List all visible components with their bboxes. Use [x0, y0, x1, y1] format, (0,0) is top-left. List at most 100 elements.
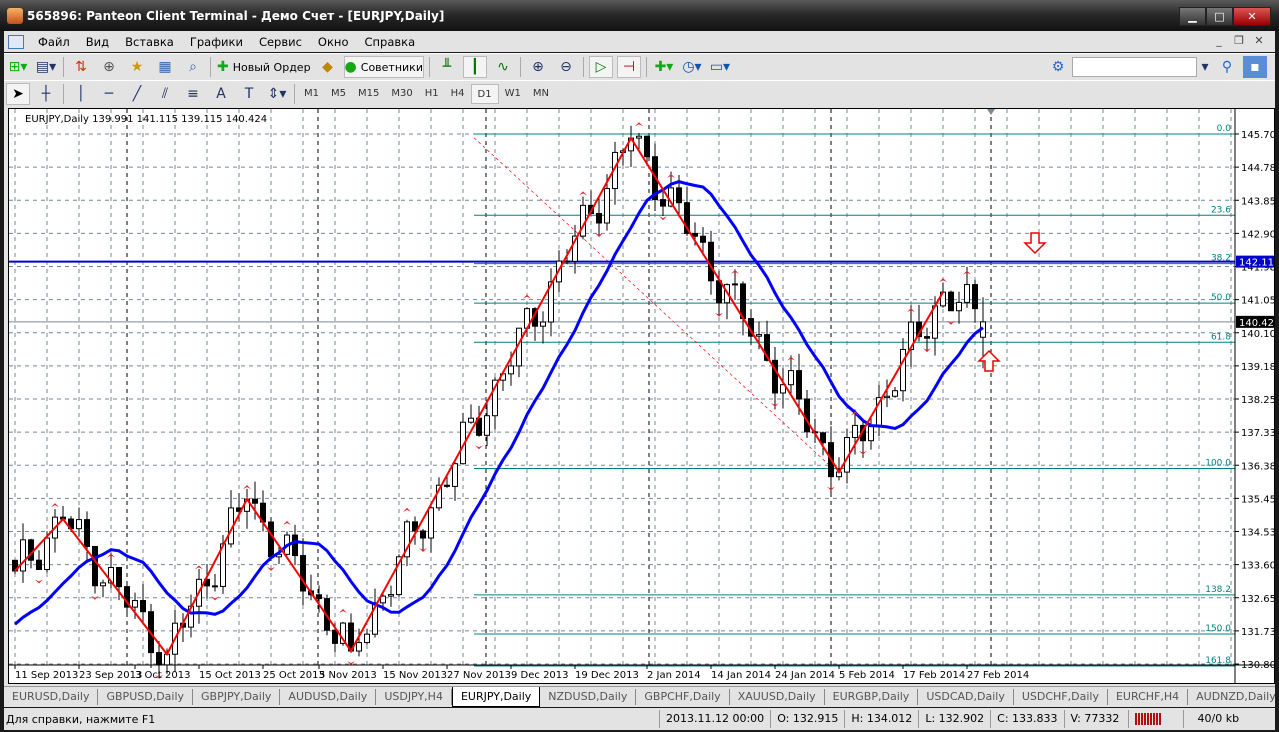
cursor-icon[interactable]: ➤ — [6, 82, 30, 105]
mdi-close-button[interactable]: ✕ — [1249, 32, 1269, 50]
chart-tab[interactable]: GBPJPY,Daily — [193, 689, 281, 705]
new-chart-icon[interactable]: ⊞▾ — [6, 56, 30, 78]
timeframe-mn[interactable]: MN — [527, 84, 555, 104]
candlestick-icon[interactable]: ┃ — [462, 56, 487, 78]
chart-tab[interactable]: AUDUSD,Daily — [280, 689, 377, 705]
auto-scroll-icon[interactable]: ▷ — [588, 56, 613, 78]
y-tick-label: 133.605 — [1241, 561, 1275, 572]
profiles-icon[interactable]: ▤▾ — [34, 56, 58, 78]
indicators-icon[interactable]: ✚▾ — [652, 56, 676, 78]
candle — [316, 594, 322, 600]
timeframe-m5[interactable]: M5 — [325, 84, 352, 104]
timeframe-m15[interactable]: M15 — [352, 84, 385, 104]
search-dropdown-icon[interactable]: ▾ — [1199, 56, 1211, 78]
close-button[interactable]: ✕ — [1233, 7, 1271, 26]
candle — [564, 260, 570, 263]
x-tick-label: 19 Dec 2013 — [575, 670, 639, 681]
vertical-line-icon[interactable]: │ — [69, 83, 93, 105]
chart-tab-active[interactable]: EURJPY,Daily — [451, 687, 541, 707]
messages-icon[interactable]: ▪ — [1243, 56, 1267, 78]
candle — [796, 370, 802, 400]
equidistant-channel-icon[interactable]: ⫽ — [153, 83, 177, 105]
fractal-up-icon — [523, 294, 531, 299]
chart-tab[interactable]: EURUSD,Daily — [4, 689, 99, 705]
candle — [132, 600, 138, 608]
candle — [604, 188, 610, 224]
candle — [92, 545, 98, 587]
candle — [116, 567, 122, 588]
y-tick-label: 132.655 — [1241, 594, 1275, 605]
bar-chart-icon[interactable]: ╨ — [435, 56, 459, 78]
data-window-icon[interactable]: ⊕ — [97, 56, 121, 78]
settings-gear-icon[interactable]: ⚙ — [1046, 56, 1070, 78]
chart-tab[interactable]: XAUUSD,Daily — [730, 689, 825, 705]
chart-tab[interactable]: USDCHF,Daily — [1014, 689, 1108, 705]
menu-charts[interactable]: Графики — [182, 35, 251, 49]
maximize-button[interactable]: □ — [1206, 7, 1233, 26]
menu-view[interactable]: Вид — [78, 35, 117, 49]
fibonacci-icon[interactable]: ≡ — [181, 83, 205, 105]
y-tick-label: 144.780 — [1241, 163, 1275, 174]
candle — [900, 348, 906, 392]
timeframe-w1[interactable]: W1 — [499, 84, 527, 104]
chart-tab[interactable]: USDJPY,H4 — [376, 689, 452, 705]
menu-insert[interactable]: Вставка — [117, 35, 182, 49]
horizontal-line-icon[interactable]: ─ — [97, 83, 121, 105]
chart-tab[interactable]: USDCAD,Daily — [918, 689, 1014, 705]
timeframe-d1[interactable]: D1 — [470, 83, 499, 104]
chart-tabs: EURUSD,Daily GBPUSD,Daily GBPJPY,Daily AUDU… — [4, 686, 1275, 707]
x-tick-label: 27 Feb 2014 — [967, 670, 1029, 681]
menu-help[interactable]: Справка — [356, 35, 423, 49]
fractal-up-icon — [403, 507, 411, 512]
candle — [468, 417, 474, 423]
price-chart[interactable]: 0.023.638.250.061.8100.0138.2150.0161.81… — [8, 108, 1275, 684]
y-tick-label: 145.705 — [1241, 130, 1275, 141]
candle — [100, 582, 106, 587]
chart-tab[interactable]: GBPUSD,Daily — [98, 689, 194, 705]
terminal-icon[interactable]: ▦ — [153, 56, 177, 78]
trendline-icon[interactable]: ╱ — [125, 83, 149, 105]
templates-icon[interactable]: ▭▾ — [708, 56, 732, 78]
menu-window[interactable]: Окно — [310, 35, 357, 49]
market-watch-icon[interactable]: ⇅ — [69, 56, 93, 78]
periods-icon[interactable]: ◷▾ — [680, 56, 704, 78]
line-chart-icon[interactable]: ∿ — [491, 56, 515, 78]
text-label-icon[interactable]: T — [237, 83, 261, 105]
timeframe-h1[interactable]: H1 — [419, 84, 445, 104]
chart-tab[interactable]: EURGBP,Daily — [825, 689, 919, 705]
chart-tab[interactable]: NZDUSD,Daily — [540, 689, 637, 705]
chart-tab[interactable]: EURCHF,H4 — [1108, 689, 1189, 705]
zoom-out-icon[interactable]: ⊖ — [554, 56, 578, 78]
chart-tab[interactable]: AUDNZD,Daily — [1188, 689, 1275, 705]
status-open: O: 132.915 — [770, 710, 844, 728]
navigator-icon[interactable]: ★ — [125, 56, 149, 78]
x-tick-label: 5 Feb 2014 — [839, 670, 895, 681]
zoom-in-icon[interactable]: ⊕ — [526, 56, 550, 78]
metaeditor-icon[interactable]: ◆ — [316, 56, 340, 78]
timeframe-h4[interactable]: H4 — [445, 84, 471, 104]
minimize-button[interactable]: ▁ — [1179, 7, 1206, 26]
menu-tools[interactable]: Сервис — [251, 35, 310, 49]
mdi-minimize-button[interactable]: _ — [1209, 32, 1229, 50]
candle — [972, 284, 978, 310]
chart-shift-icon[interactable]: ⊣ — [616, 56, 641, 78]
timeframe-m1[interactable]: M1 — [298, 84, 325, 104]
timeframe-m30[interactable]: M30 — [385, 84, 418, 104]
mdi-restore-button[interactable]: ❐ — [1229, 32, 1249, 50]
expert-advisors-button[interactable]: ● Советники — [343, 56, 424, 78]
search-icon[interactable]: ⚲ — [1215, 56, 1239, 78]
menu-file[interactable]: Файл — [30, 35, 78, 49]
search-input[interactable] — [1072, 57, 1197, 77]
standard-toolbar: ⊞▾ ▤▾ ⇅ ⊕ ★ ▦ ⌕ ✚ Новый Ордер ◆ ● Советник… — [4, 53, 1275, 80]
crosshair-icon[interactable]: ┼ — [34, 83, 58, 105]
new-order-button[interactable]: ✚ Новый Ордер — [216, 56, 312, 78]
arrows-icon[interactable]: ⇕▾ — [265, 83, 289, 105]
strategy-tester-icon[interactable]: ⌕ — [181, 56, 205, 78]
chart-tab[interactable]: GBPCHF,Daily — [636, 689, 730, 705]
text-icon[interactable]: A — [209, 83, 233, 105]
y-tick-label: 142.905 — [1241, 229, 1275, 240]
candle — [364, 633, 370, 644]
y-tick-label: 140.105 — [1241, 329, 1275, 340]
chart-symbol-header: EURJPY,Daily 139.991 141.115 139.115 140… — [25, 114, 267, 125]
chart-document-icon[interactable] — [8, 34, 24, 49]
